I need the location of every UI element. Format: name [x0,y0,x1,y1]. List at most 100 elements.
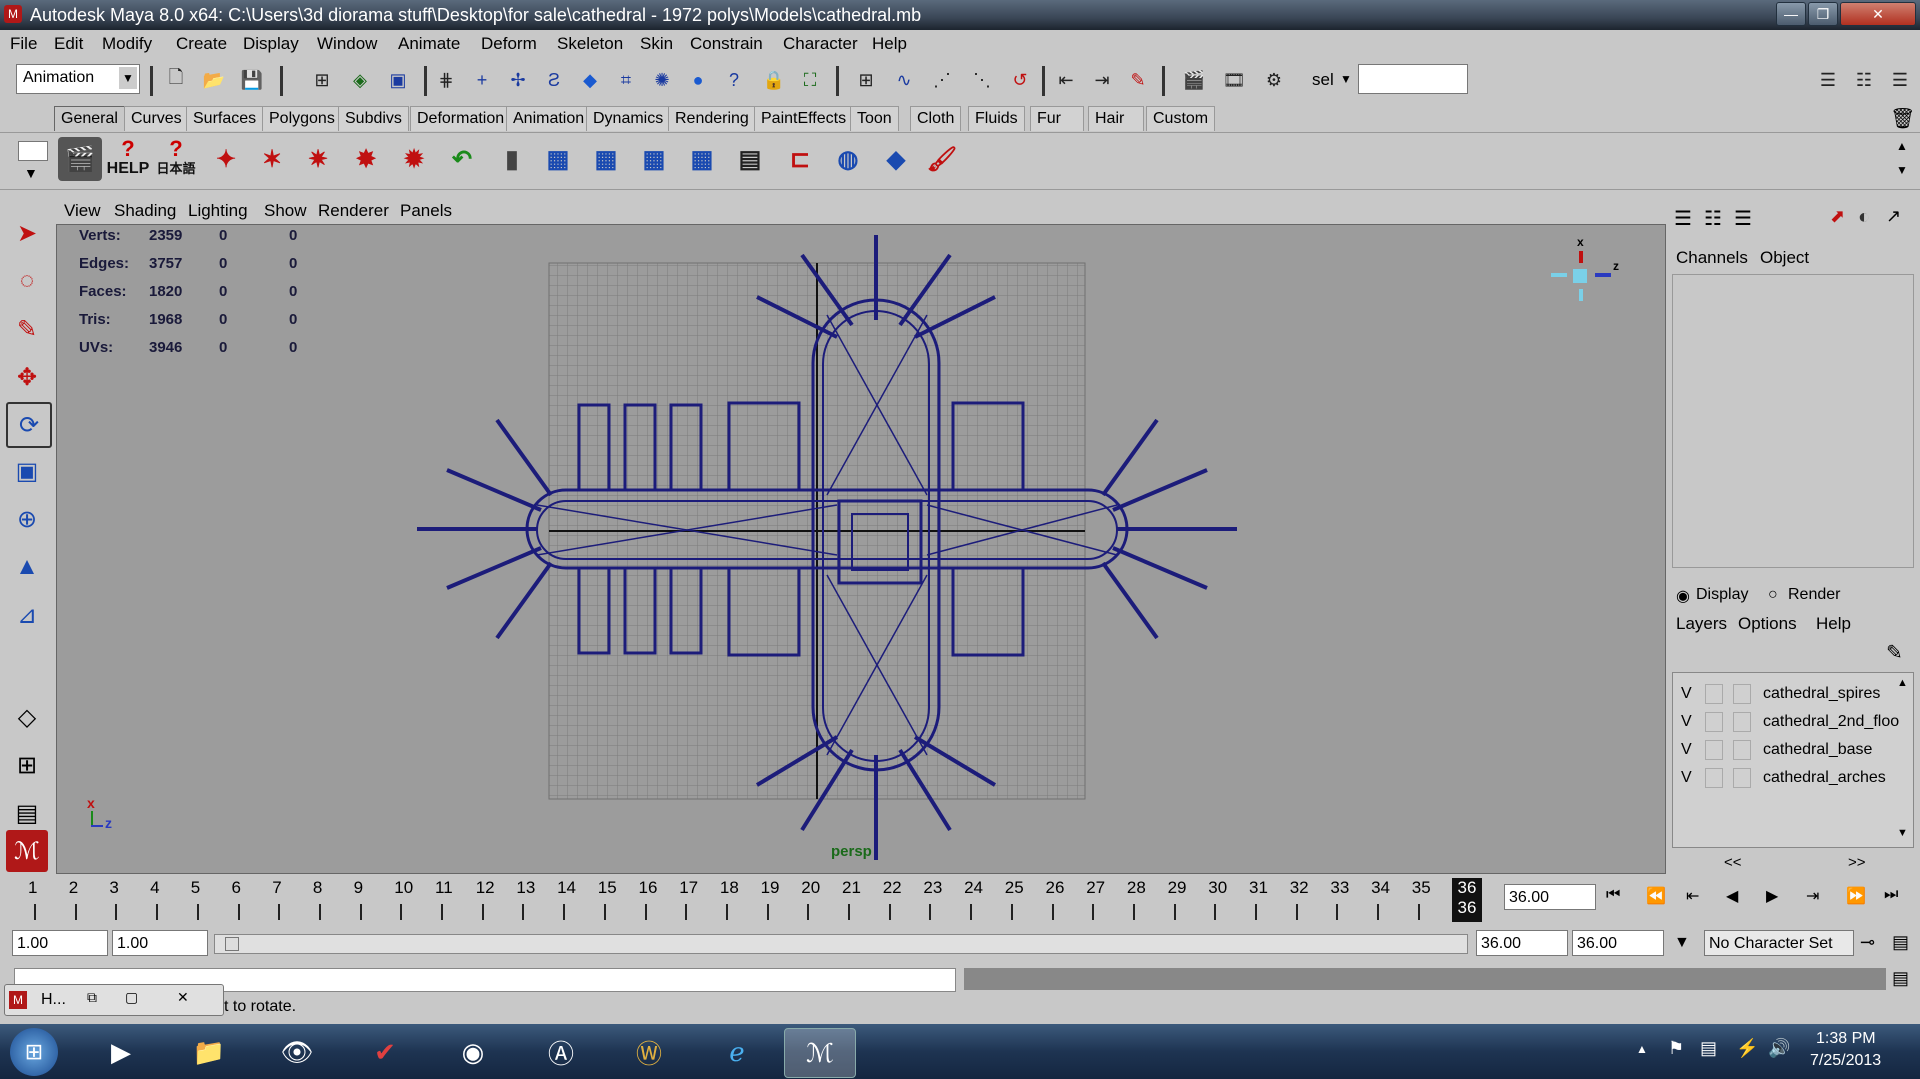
panel-menu-lighting[interactable]: Lighting [188,201,248,221]
help-jp-shelf-button[interactable]: ? 日本語 [154,137,198,181]
minimize-button[interactable]: — [1776,2,1806,26]
power-tray-icon[interactable]: ⚡ [1736,1038,1758,1059]
lasso-tool-icon[interactable]: ◌ [6,260,48,302]
network-tray-icon[interactable]: ▤ [1700,1038,1717,1059]
select-object-icon[interactable]: ◈ [346,66,374,94]
layer-row[interactable]: V cathedral_arches [1673,765,1899,791]
show-hidden-icons[interactable]: ▲ [1636,1042,1648,1056]
render-cube-icon[interactable]: ◆ [874,137,918,181]
cylinder-icon[interactable]: ▮ [490,137,534,181]
snap-surface-icon[interactable]: ◆ [576,66,604,94]
shelf-scroll-down-icon[interactable]: ▼ [1896,163,1908,177]
single-pane-layout-icon[interactable]: ◇ [6,696,48,738]
minimized-window[interactable]: M H... ⧉ ▢ ✕ [4,984,224,1016]
layer-color-swatch[interactable] [1733,684,1751,704]
render-clapper-icon[interactable]: 🎬 [1180,66,1208,94]
step-back-key-icon[interactable]: ⏪ [1646,886,1666,906]
autodesk-app-icon[interactable]: Ⓐ [526,1028,596,1076]
close-button[interactable]: ✕ [1840,2,1916,26]
menu-window[interactable]: Window [317,34,377,54]
shelf-options-arrow-icon[interactable]: ▼ [24,165,38,181]
warcraft-app-icon[interactable]: Ⓦ [614,1028,684,1076]
shelf-tab-toon[interactable]: Toon [850,106,899,131]
menu-modify[interactable]: Modify [102,34,152,54]
joint-tool-icon[interactable]: ✦ [204,137,248,181]
range-slider-handle[interactable] [225,937,239,951]
select-tool-icon[interactable]: ➤ [6,212,48,254]
eye-app-icon[interactable]: 👁 [262,1028,332,1076]
media-player-icon[interactable]: ▶ [86,1028,156,1076]
flag-tray-icon[interactable]: ⚑ [1668,1038,1684,1059]
scribd-app-icon[interactable]: ✔ [350,1028,420,1076]
layer-color-swatch[interactable] [1733,740,1751,760]
shelf-tab-polygons[interactable]: Polygons [262,106,342,131]
perspective-viewport[interactable]: Verts: 2359 0 0 Edges: 3757 0 0 Faces: 1… [56,224,1666,874]
layer-template-toggle[interactable] [1705,712,1723,732]
outliner-layout-icon[interactable]: ▤ [6,792,48,834]
clapper-board-icon[interactable]: 🎬 [58,137,102,181]
go-to-start-icon[interactable]: ⏮ [1606,886,1620,904]
time-slider[interactable]: 1 2 3 4 5 6 7 8 9 10 11 12 13 14 15 16 17 18 19 20 21 22 23 24 2… [0,874,1920,926]
rotate-tool-icon[interactable]: ⟳ [6,402,52,448]
new-layer-icon[interactable]: ✎ [1886,640,1903,665]
playback-start-field[interactable]: 1.00 [112,930,208,956]
lock-icon[interactable]: 🔒 [760,66,788,94]
open-scene-icon[interactable]: 📂 [200,66,228,94]
menu-help[interactable]: Help [872,34,907,54]
tree-view-icon[interactable]: ☷ [1704,206,1722,231]
animation-start-field[interactable]: 1.00 [12,930,108,956]
shelf-tab-curves[interactable]: Curves [124,106,189,131]
blend-shape-3-icon[interactable]: ▦ [632,137,676,181]
current-frame-marker[interactable]: 36 36 [1452,878,1482,922]
new-scene-icon[interactable]: 🗋 [162,66,190,94]
layer-visibility-toggle[interactable]: V [1681,741,1692,759]
view-plane-snap-icon[interactable]: ⋱ [968,66,996,94]
shelf-tab-rendering[interactable]: Rendering [668,106,756,131]
blend-shape-4-icon[interactable]: ▦ [680,137,724,181]
channels-menu[interactable]: Channels [1676,248,1748,268]
maya-taskbar-icon[interactable]: ℳ [784,1028,856,1078]
tool-settings-toggle-icon[interactable]: ☰ [1886,66,1914,94]
clock-date[interactable]: 7/25/2013 [1810,1052,1881,1070]
selection-input[interactable] [1358,64,1468,94]
shelf-tab-fur[interactable]: Fur [1030,106,1084,131]
soft-mod-icon[interactable]: ▲ [6,546,48,588]
move-tool-icon[interactable]: ✥ [6,356,48,398]
layer-template-toggle[interactable] [1705,740,1723,760]
sphere-shading-icon[interactable]: ◐ [1858,206,1870,229]
maximize-icon[interactable]: ▢ [125,989,138,1006]
list-view-icon[interactable]: ☰ [1674,206,1692,231]
menu-skeleton[interactable]: Skeleton [557,34,623,54]
layer-color-swatch[interactable] [1733,712,1751,732]
character-set-field[interactable]: No Character Set [1704,930,1854,956]
bind-skin-icon[interactable]: ✸ [344,137,388,181]
paint-weights-icon[interactable]: ✹ [392,137,436,181]
step-back-frame-icon[interactable]: ⇤ [1686,886,1699,906]
panel-menu-show[interactable]: Show [264,201,307,221]
shelf-tab-surfaces[interactable]: Surfaces [186,106,264,131]
internet-explorer-icon[interactable]: ℯ [702,1028,772,1076]
shelf-tab-deformation[interactable]: Deformation [410,106,512,131]
snap-point-icon[interactable]: ✢ [504,66,532,94]
panel-menu-renderer[interactable]: Renderer [318,201,389,221]
display-radio[interactable]: ◉ [1676,586,1690,606]
layer-visibility-toggle[interactable]: V [1681,685,1692,703]
play-backward-icon[interactable]: ◀ [1726,886,1738,906]
chevron-down-icon[interactable]: ▼ [1674,934,1690,952]
menu-edit[interactable]: Edit [54,34,83,54]
scroll-down-icon[interactable]: ▼ [1897,827,1908,839]
menu-skin[interactable]: Skin [640,34,673,54]
render-sphere-icon[interactable]: ◍ [826,137,870,181]
grid-snap-icon[interactable]: ⊞ [852,66,880,94]
go-to-end-icon[interactable]: ⏭ [1884,886,1898,904]
help-menu[interactable]: Help [1816,614,1851,634]
help-shelf-button[interactable]: ? HELP [106,137,150,181]
shelf-tab-general[interactable]: General [54,106,125,131]
shelf-tab-fluids[interactable]: Fluids [968,106,1025,131]
chevron-down-icon[interactable]: ▼ [1340,72,1352,86]
four-pane-layout-icon[interactable]: ⊞ [6,744,48,786]
shelf-tab-custom[interactable]: Custom [1146,106,1216,131]
layer-next-button[interactable]: >> [1848,854,1866,871]
save-scene-icon[interactable]: 💾 [238,66,266,94]
current-time-field[interactable]: 36.00 [1504,884,1596,910]
